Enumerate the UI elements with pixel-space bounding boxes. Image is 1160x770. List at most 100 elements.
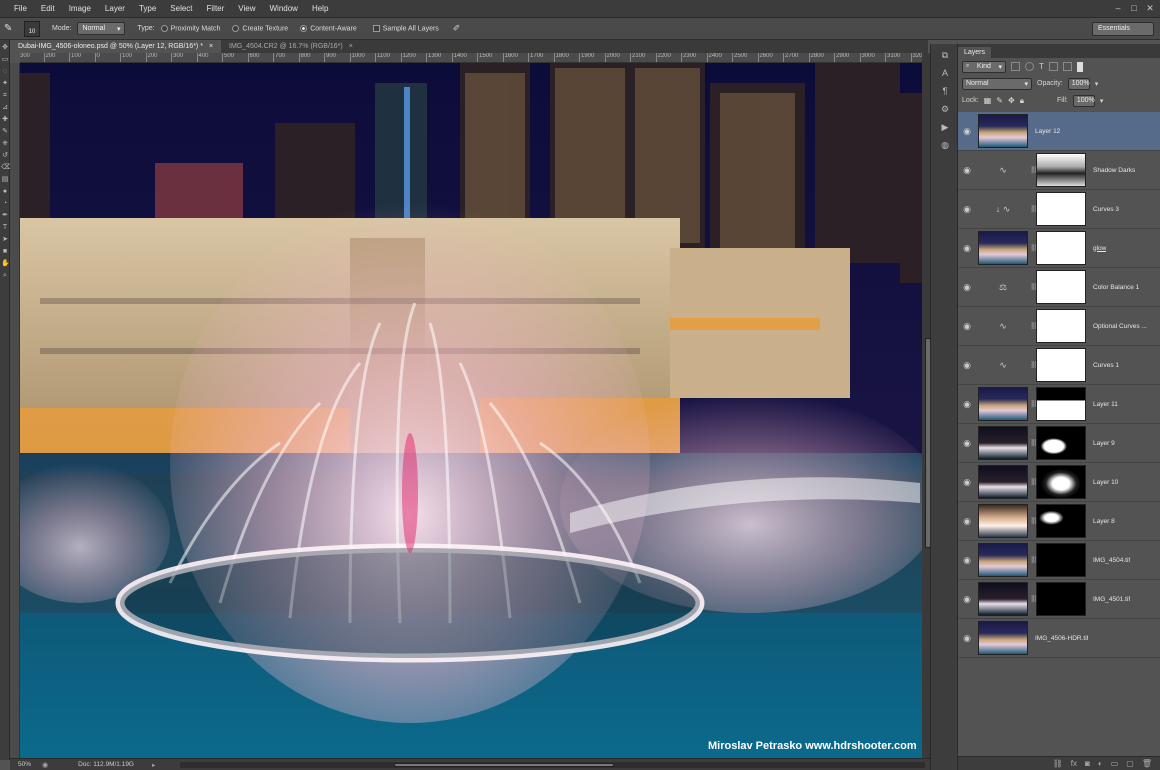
layer-row[interactable]: ◉ Layer 12 xyxy=(958,112,1160,151)
layer-row[interactable]: ◉ ⛓ Layer 11 xyxy=(958,385,1160,424)
hand-tool-icon[interactable]: ✋ xyxy=(1,260,10,268)
pressure-size-icon[interactable]: ✐ xyxy=(453,23,461,34)
fill-input[interactable]: 100% xyxy=(1072,94,1095,107)
quick-select-tool-icon[interactable]: ✦ xyxy=(1,80,9,88)
layer-mask-thumbnail[interactable] xyxy=(1036,153,1086,187)
proximity-match-radio[interactable]: Proximity Match xyxy=(160,24,220,32)
layer-thumbnail[interactable] xyxy=(978,504,1028,538)
delete-layer-icon[interactable]: 🗑︎ xyxy=(1142,759,1152,768)
menu-item-image[interactable]: Image xyxy=(62,4,98,13)
brush-size-picker[interactable]: 10 xyxy=(24,20,40,37)
layer-name[interactable]: Optional Curves ... xyxy=(1093,323,1147,330)
new-layer-icon[interactable]: ▢ xyxy=(1126,759,1134,768)
layer-name[interactable]: Color Balance 1 xyxy=(1093,284,1139,291)
visibility-eye-icon[interactable]: ◉ xyxy=(958,321,976,332)
content-aware-radio[interactable]: Content-Aware xyxy=(300,24,357,32)
curves-adjustment-icon[interactable]: ↓ ∿ xyxy=(978,192,1028,226)
eyedropper-tool-icon[interactable]: ⊿ xyxy=(1,104,9,112)
pixel-filter-icon[interactable] xyxy=(1011,62,1020,71)
lock-position-icon[interactable]: ✥ xyxy=(1008,96,1015,105)
layer-mask-thumbnail[interactable] xyxy=(1036,231,1086,265)
curves-adjustment-icon[interactable]: ∿ xyxy=(978,348,1028,382)
properties-icon[interactable]: ⚙ xyxy=(938,102,952,116)
minimize-button[interactable]: – xyxy=(1110,1,1126,15)
actions-icon[interactable]: ▶ xyxy=(938,120,952,134)
status-arrow-icon[interactable]: ▸ xyxy=(152,761,155,769)
layer-name[interactable]: glow xyxy=(1093,245,1106,252)
close-window-button[interactable]: ✕ xyxy=(1142,1,1158,15)
layer-thumbnail[interactable] xyxy=(978,582,1028,616)
layer-mask-thumbnail[interactable] xyxy=(1036,309,1086,343)
layer-thumbnail[interactable] xyxy=(978,543,1028,577)
layer-thumbnail[interactable] xyxy=(978,465,1028,499)
layer-row[interactable]: ◉ ∿ ⛓ Optional Curves ... xyxy=(958,307,1160,346)
layer-thumbnail[interactable] xyxy=(978,231,1028,265)
scroll-thumb[interactable] xyxy=(394,763,614,767)
menu-item-type[interactable]: Type xyxy=(132,4,163,13)
menu-item-edit[interactable]: Edit xyxy=(34,4,62,13)
tab-layers[interactable]: Layers xyxy=(958,47,992,58)
layer-name[interactable]: Curves 3 xyxy=(1093,206,1119,213)
visibility-eye-icon[interactable]: ◉ xyxy=(958,438,976,449)
close-tab-icon[interactable]: × xyxy=(209,43,213,50)
balance-adjustment-icon[interactable]: ⚖ xyxy=(978,270,1028,304)
layer-thumbnail[interactable] xyxy=(978,114,1028,148)
curves-adjustment-icon[interactable]: ∿ xyxy=(978,309,1028,343)
document-canvas[interactable]: Miroslav Petrasko www.hdrshooter.com xyxy=(20,63,922,758)
layer-name[interactable]: Layer 11 xyxy=(1093,401,1118,408)
paragraph-icon[interactable]: ¶ xyxy=(938,84,952,98)
gradient-tool-icon[interactable]: ▤ xyxy=(1,176,9,184)
layer-mask-thumbnail[interactable] xyxy=(1036,582,1086,616)
pen-tool-icon[interactable]: ✒ xyxy=(1,212,9,220)
spot-healing-tool-icon[interactable]: ✎ xyxy=(4,23,18,34)
fill-slider-arrow-icon[interactable]: ▾ xyxy=(1100,97,1104,105)
mode-select[interactable]: Normal ▾ xyxy=(77,22,126,35)
visibility-eye-icon[interactable]: ◉ xyxy=(958,555,976,566)
create-texture-radio[interactable]: Create Texture xyxy=(232,24,288,32)
layer-name[interactable]: Layer 10 xyxy=(1093,479,1118,486)
layer-row[interactable]: ◉ ⛓ glow xyxy=(958,229,1160,268)
layer-mask-thumbnail[interactable] xyxy=(1036,426,1086,460)
dodge-tool-icon[interactable]: ◔ xyxy=(1,200,9,208)
eraser-tool-icon[interactable]: ⌫ xyxy=(1,164,11,172)
lock-pixels-icon[interactable]: ✎ xyxy=(996,96,1003,105)
menu-item-view[interactable]: View xyxy=(231,4,262,13)
type-tool-icon[interactable]: T xyxy=(1,224,9,232)
menu-item-filter[interactable]: Filter xyxy=(200,4,232,13)
layer-row[interactable]: ◉ ⛓ Layer 8 xyxy=(958,502,1160,541)
layer-style-icon[interactable]: fx xyxy=(1071,759,1077,768)
visibility-eye-icon[interactable]: ◉ xyxy=(958,633,976,644)
layer-thumbnail[interactable] xyxy=(978,426,1028,460)
menu-item-layer[interactable]: Layer xyxy=(98,4,132,13)
layer-row[interactable]: ◉ ⛓ Layer 9 xyxy=(958,424,1160,463)
layer-name[interactable]: IMG_4501.tif xyxy=(1093,596,1130,603)
tab-dubai-psd[interactable]: Dubai-IMG_4506-oloneo.psd @ 50% (Layer 1… xyxy=(10,40,222,53)
layer-row[interactable]: ◉ ⛓ IMG_4504.tif xyxy=(958,541,1160,580)
menu-item-select[interactable]: Select xyxy=(163,4,199,13)
type-filter-icon[interactable]: T xyxy=(1039,62,1044,71)
layer-row[interactable]: ◉ ∿ ⛓ Curves 1 xyxy=(958,346,1160,385)
menu-item-window[interactable]: Window xyxy=(263,4,305,13)
vertical-ruler[interactable] xyxy=(10,63,20,760)
layer-mask-thumbnail[interactable] xyxy=(1036,387,1086,421)
visibility-eye-icon[interactable]: ◉ xyxy=(958,126,976,137)
layer-row[interactable]: ◉ ⛓ Layer 10 xyxy=(958,463,1160,502)
layer-row[interactable]: ◉ ↓ ∿ ⛓ Curves 3 xyxy=(958,190,1160,229)
visibility-eye-icon[interactable]: ◉ xyxy=(958,477,976,488)
menu-item-file[interactable]: File xyxy=(0,4,34,13)
layer-row[interactable]: ◉ IMG_4506-HDR.tif xyxy=(958,619,1160,658)
stamp-tool-icon[interactable]: ⎈ xyxy=(1,140,9,148)
horizontal-scrollbar[interactable] xyxy=(180,762,925,768)
layer-row[interactable]: ◉ ⛓ IMG_4501.tif xyxy=(958,580,1160,619)
workspace-switcher[interactable]: Essentials xyxy=(1092,22,1154,36)
layer-thumbnail[interactable] xyxy=(978,621,1028,655)
sample-all-layers-checkbox[interactable]: Sample All Layers xyxy=(372,24,439,32)
brush-tool-icon[interactable]: ✎ xyxy=(1,128,9,136)
visibility-eye-icon[interactable]: ◉ xyxy=(958,399,976,410)
visibility-eye-icon[interactable]: ◉ xyxy=(958,243,976,254)
healing-tool-icon[interactable]: ✚ xyxy=(1,116,9,124)
tab-img-4504[interactable]: IMG_4504.CR2 @ 16.7% (RGB/16*) × xyxy=(221,40,361,53)
zoom-tool-icon[interactable]: ⌕ xyxy=(1,272,9,280)
visibility-eye-icon[interactable]: ◉ xyxy=(958,516,976,527)
layer-thumbnail[interactable] xyxy=(978,387,1028,421)
